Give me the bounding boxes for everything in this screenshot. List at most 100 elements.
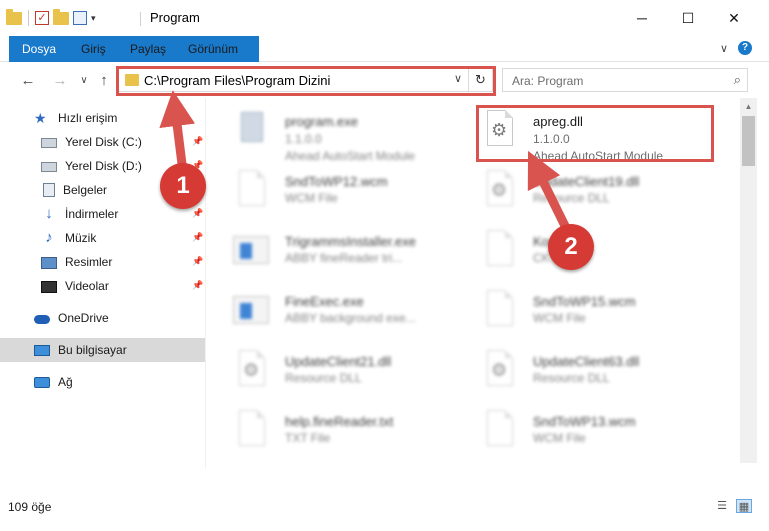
file-type: WCM File [533, 311, 586, 325]
file-version: 1.1.0.0 [285, 132, 322, 146]
download-icon: ↓ [45, 205, 53, 222]
sidebar-item-quick-access[interactable]: ★ Hızlı erişim [0, 106, 205, 130]
minimize-button[interactable]: ─ [619, 0, 665, 36]
network-icon [34, 377, 50, 388]
file-name: SndToWP15.wcm [533, 294, 636, 309]
file-tile[interactable]: SndToWP12.wcm WCM File [233, 168, 483, 228]
sidebar-item-label: Resimler [65, 255, 113, 269]
toolbar-separator [28, 10, 29, 26]
sidebar-item-label: Yerel Disk (D:) [65, 159, 142, 173]
expand-ribbon-icon[interactable]: ∨ [720, 42, 728, 55]
file-highlight-box [476, 105, 714, 162]
vertical-scrollbar[interactable]: ▲ [740, 98, 757, 463]
file-type: ABBY fineReader tri... [285, 251, 403, 265]
sidebar-item-label: Müzik [65, 231, 97, 245]
file-name: program.exe [285, 114, 358, 129]
documents-icon [43, 183, 55, 197]
search-icon[interactable]: ⌕ [734, 72, 741, 88]
file-type: TXT File [285, 431, 331, 445]
computer-icon [34, 345, 50, 356]
file-tile[interactable]: Kor... CK ... [481, 228, 731, 288]
file-tile[interactable]: ⚙ UpdateClient21.dll Resource DLL [233, 348, 483, 408]
disk-icon [41, 162, 57, 172]
close-button[interactable]: ✕ [711, 0, 757, 36]
maximize-button[interactable]: ☐ [665, 0, 711, 36]
search-box[interactable]: Ara: Program ⌕ [502, 68, 748, 92]
file-name: UpdateClient21.dll [285, 354, 392, 369]
file-name: SndToWP12.wcm [285, 174, 388, 189]
details-view-icon[interactable]: ☰ [714, 499, 730, 513]
sidebar-item-pictures[interactable]: Resimler 📌 [0, 250, 205, 274]
new-folder-icon[interactable] [53, 8, 69, 25]
file-page-icon [233, 408, 271, 452]
pin-icon[interactable]: 📌 [192, 232, 203, 242]
star-icon: ★ [34, 110, 47, 126]
sidebar-item-label: Belgeler [63, 183, 108, 197]
application-window-icon [233, 228, 271, 272]
search-input[interactable]: Ara: Program [512, 74, 583, 88]
tab-view[interactable]: Görünüm [178, 36, 248, 62]
tab-home[interactable]: Giriş [71, 36, 116, 62]
pin-icon[interactable]: 📌 [192, 256, 203, 266]
file-tile[interactable]: help.fineReader.txt TXT File [233, 408, 483, 463]
file-page-icon [481, 228, 519, 272]
executable-icon [233, 108, 271, 152]
sidebar-item-local-disk-c[interactable]: Yerel Disk (C:) 📌 [0, 130, 205, 154]
item-count: 109 öğe [8, 500, 52, 514]
sidebar-item-onedrive[interactable]: OneDrive [0, 306, 205, 330]
customize-toolbar-caret-icon[interactable]: ▾ [91, 13, 96, 24]
sidebar-item-label: Bu bilgisayar [58, 343, 127, 357]
file-page-icon [481, 408, 519, 452]
file-name: help.fineReader.txt [285, 414, 394, 429]
ribbon-tabs: Dosya Giriş Paylaş Görünüm ∨ ? [0, 36, 769, 96]
sidebar-item-label: Ağ [58, 375, 73, 389]
file-name: FineExec.exe [285, 294, 364, 309]
sidebar-item-label: Hızlı erişim [58, 111, 118, 125]
recent-locations-button[interactable]: ∨ [74, 70, 94, 90]
pane-divider[interactable] [205, 98, 206, 468]
sidebar-item-network[interactable]: Ağ [0, 370, 205, 394]
file-type: WCM File [285, 191, 338, 205]
sidebar-item-label: OneDrive [58, 311, 109, 325]
properties-check-icon[interactable]: ✓ [35, 11, 49, 25]
file-tile[interactable]: program.exe 1.1.0.0 Ahead AutoStart Modu… [233, 108, 483, 168]
dll-gear-icon: ⚙ [481, 348, 519, 392]
forward-button[interactable]: → [50, 70, 70, 90]
sidebar-item-this-pc[interactable]: Bu bilgisayar [0, 338, 205, 362]
quick-access-toolbar: ✓ ▾ [6, 8, 96, 26]
file-tile[interactable]: TrigrammsInstaller.exe ABBY fineReader t… [233, 228, 483, 288]
help-icon[interactable]: ? [738, 41, 753, 55]
tiles-view-icon[interactable]: ▦ [736, 499, 752, 513]
pin-icon[interactable]: 📌 [192, 208, 203, 218]
pin-icon[interactable]: 📌 [192, 280, 203, 290]
pin-icon[interactable]: 📌 [192, 136, 203, 146]
file-tile[interactable]: SndToWP13.wcm WCM File [481, 408, 731, 463]
file-description: Ahead AutoStart Module [285, 149, 416, 163]
pictures-icon [41, 256, 57, 269]
dll-gear-icon: ⚙ [481, 168, 519, 212]
music-icon: ♪ [45, 229, 53, 246]
customize-view-icon[interactable] [73, 11, 87, 25]
file-tile[interactable]: ⚙ UpdateClient63.dll Resource DLL [481, 348, 731, 408]
navigation-pane: ★ Hızlı erişim Yerel Disk (C:) 📌 Yerel D… [0, 98, 205, 463]
sidebar-item-videos[interactable]: Videolar 📌 [0, 274, 205, 298]
file-tile[interactable]: ⚙ UpdateClient19.dll Resource DLL [481, 168, 731, 228]
up-button[interactable]: ↑ [94, 70, 114, 90]
file-name: UpdateClient63.dll [533, 354, 640, 369]
address-highlight-box [116, 66, 496, 96]
application-window-icon [233, 288, 271, 332]
tab-share[interactable]: Paylaş [120, 36, 176, 62]
file-tile[interactable]: FineExec.exe ABBY background exe... [233, 288, 483, 348]
back-button[interactable]: ← [18, 70, 38, 90]
window-title: Program [150, 10, 200, 25]
folder-icon[interactable] [6, 8, 22, 25]
file-tile[interactable]: SndToWP15.wcm WCM File [481, 288, 731, 348]
file-type: Resource DLL [533, 371, 610, 385]
scroll-up-arrow-icon[interactable]: ▲ [740, 98, 757, 115]
sidebar-item-label: Yerel Disk (C:) [65, 135, 142, 149]
file-type: WCM File [533, 431, 586, 445]
scrollbar-thumb[interactable] [742, 116, 755, 166]
title-bar: ✓ ▾ Program ─ ☐ ✕ [0, 0, 769, 36]
disk-icon [41, 138, 57, 148]
sidebar-item-music[interactable]: ♪ Müzik 📌 [0, 226, 205, 250]
